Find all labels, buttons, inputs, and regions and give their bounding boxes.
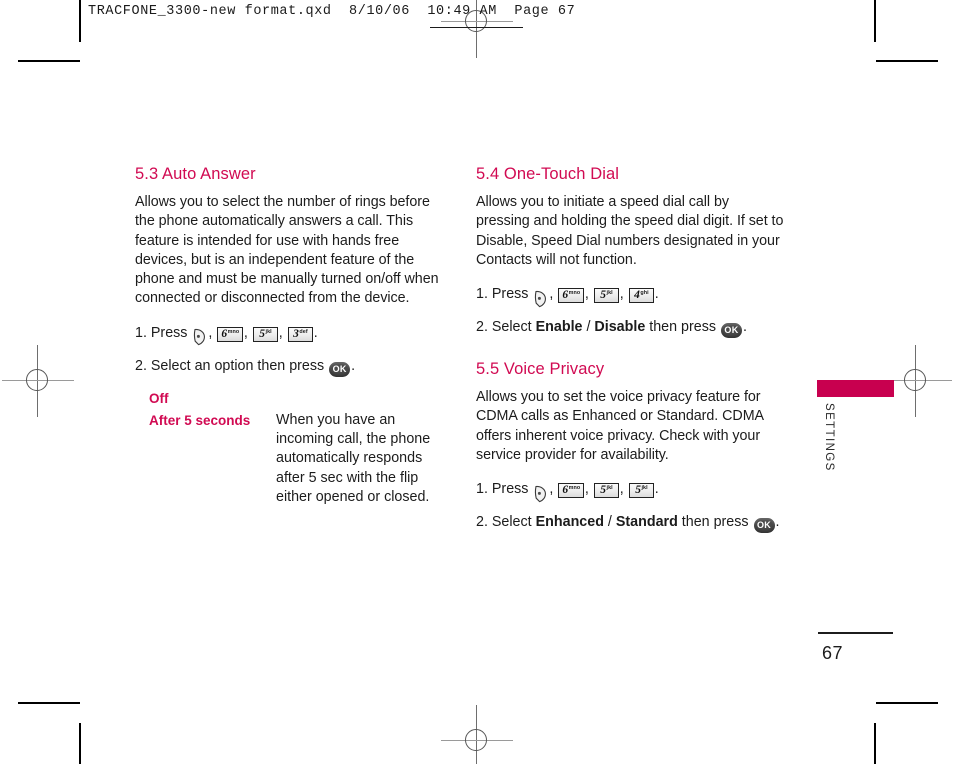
step-1-sep-3: , xyxy=(619,481,628,498)
phone-key-5: 5 jkl xyxy=(252,326,278,342)
step-2-period: . xyxy=(775,514,780,531)
section-body-one-touch-dial: Allows you to initiate a speed dial call… xyxy=(476,194,784,268)
step-1-prefix: 1. Press xyxy=(476,481,533,498)
step-1-voice-privacy: 1. Press , 6 mno , 5 jkl , 5 jkl . xyxy=(476,479,786,503)
step-1-sep-1: , xyxy=(208,324,217,341)
page-number: 67 xyxy=(822,643,844,663)
step-2-tail: then press xyxy=(645,319,720,336)
section-body-auto-answer: Allows you to select the number of rings… xyxy=(135,194,439,307)
section-thumb-tab-bar xyxy=(817,380,894,397)
crop-mark-top-left-vertical xyxy=(79,0,81,42)
option-term-after-5-seconds: After 5 seconds xyxy=(149,412,251,428)
phone-key-5-b: 5 jkl xyxy=(628,483,654,499)
phone-key-5-a: 5 jkl xyxy=(593,483,619,499)
step-2-option-enhanced: Enhanced xyxy=(535,514,604,531)
ok-key-icon: OK xyxy=(720,323,742,339)
phone-key-4: 4 ghi xyxy=(628,288,654,304)
step-2-prefix: 2. Select xyxy=(476,319,536,336)
crop-mark-top-right-vertical xyxy=(874,0,876,42)
section-thumb-tab-label: SETTINGS xyxy=(823,403,835,472)
step-1-sep-2: , xyxy=(584,286,593,303)
crop-mark-top-left-horizontal xyxy=(18,60,80,62)
section-heading-auto-answer: 5.3 Auto Answer xyxy=(135,165,256,183)
crop-mark-bottom-right-vertical xyxy=(874,723,876,764)
step-1-sep-3: , xyxy=(619,286,628,303)
step-2-text: 2. Select an option then press xyxy=(135,357,329,374)
menu-key-icon xyxy=(192,328,207,346)
step-2-option-disable: Disable xyxy=(594,319,646,336)
section-heading-one-touch-dial: 5.4 One-Touch Dial xyxy=(476,165,620,183)
step-2-slash: / xyxy=(603,514,616,531)
step-1-prefix: 1. Press xyxy=(476,286,533,303)
phone-key-6: 6 mno xyxy=(558,288,584,304)
step-2-voice-privacy: 2. Select Enhanced / Standard then press… xyxy=(476,512,786,534)
step-1-period: . xyxy=(654,481,659,498)
file-header-stamp: TRACFONE_3300-new format.qxd 8/10/06 10:… xyxy=(88,4,576,19)
step-2-auto-answer: 2. Select an option then press OK . xyxy=(135,356,445,377)
crop-mark-bottom-left-vertical xyxy=(79,723,81,764)
menu-key-icon xyxy=(533,485,548,503)
crop-mark-bottom-right-horizontal xyxy=(876,702,938,704)
step-1-sep-2: , xyxy=(584,481,593,498)
step-1-sep-1: , xyxy=(549,286,558,303)
option-row-off: Off xyxy=(135,389,445,408)
step-1-sep-2: , xyxy=(243,324,252,341)
phone-key-3: 3 def xyxy=(287,326,313,342)
step-2-tail: then press xyxy=(677,514,753,531)
ok-key-icon: OK xyxy=(329,361,351,377)
step-2-period: . xyxy=(742,319,747,336)
menu-key-icon xyxy=(533,290,548,308)
step-1-period: . xyxy=(313,324,318,341)
step-2-slash: / xyxy=(582,319,595,336)
registration-mark-left xyxy=(2,345,74,417)
step-1-sep-1: , xyxy=(549,481,558,498)
left-column: 5.3 Auto Answer Allows you to select the… xyxy=(135,165,445,510)
step-1-prefix: 1. Press xyxy=(135,324,192,341)
file-header-underline xyxy=(430,27,523,28)
step-1-period: . xyxy=(654,286,659,303)
section-heading-voice-privacy: 5.5 Voice Privacy xyxy=(476,360,605,379)
phone-key-6: 6 mno xyxy=(558,483,584,499)
option-desc-after-5-seconds: When you have an incoming call, the phon… xyxy=(276,411,431,505)
step-1-auto-answer: 1. Press , 6 mno , 5 jkl , 3 def . xyxy=(135,323,445,346)
step-2-prefix: 2. Select xyxy=(476,514,536,531)
manual-page: TRACFONE_3300-new format.qxd 8/10/06 10:… xyxy=(0,0,954,764)
folio-rule xyxy=(818,632,893,634)
crop-mark-bottom-left-horizontal xyxy=(18,702,80,704)
registration-mark-bottom xyxy=(441,705,513,764)
step-1-one-touch-dial: 1. Press , 6 mno , 5 jkl , 4 ghi . xyxy=(476,284,786,308)
option-row-after-5-seconds: After 5 seconds When you have an incomin… xyxy=(135,411,445,507)
phone-key-5: 5 jkl xyxy=(593,288,619,304)
step-2-option-enable: Enable xyxy=(535,319,583,336)
step-2-option-standard: Standard xyxy=(615,514,678,531)
step-2-one-touch-dial: 2. Select Enable / Disable then press OK… xyxy=(476,317,786,339)
section-body-voice-privacy: Allows you to set the voice privacy feat… xyxy=(476,389,764,464)
step-1-sep-3: , xyxy=(278,324,287,341)
ok-key-icon: OK xyxy=(753,518,775,534)
phone-key-6: 6 mno xyxy=(217,326,243,342)
step-2-period: . xyxy=(351,357,356,374)
right-column: 5.4 One-Touch Dial Allows you to initiat… xyxy=(476,165,786,545)
crop-mark-top-right-horizontal xyxy=(876,60,938,62)
auto-answer-option-list: Off After 5 seconds When you have an inc… xyxy=(135,389,445,507)
option-term-off: Off xyxy=(149,390,169,406)
